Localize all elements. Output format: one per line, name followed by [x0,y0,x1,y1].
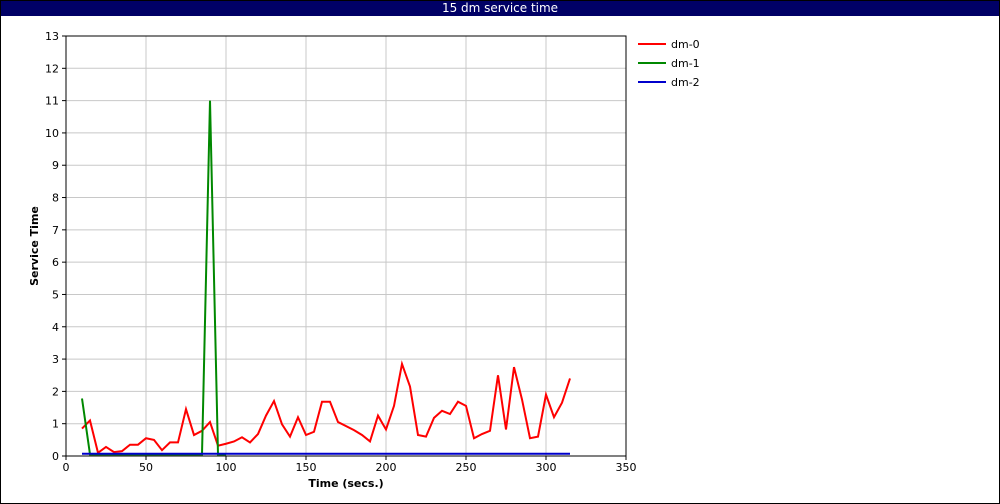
y-tick-label-0: 0 [52,450,59,463]
y-axis-ticks: 012345678910111213 [45,30,66,463]
y-tick-label-8: 8 [52,192,59,205]
x-tick-label-1: 50 [139,461,153,474]
y-tick-label-11: 11 [45,95,59,108]
legend: dm-0 dm-1 dm-2 [638,38,700,89]
x-tick-label-5: 250 [456,461,477,474]
y-axis-label: Service Time [28,206,41,286]
x-tick-label-3: 150 [296,461,317,474]
gridlines [65,35,627,457]
y-tick-label-12: 12 [45,62,59,75]
x-axis-label: Time (secs.) [308,477,383,490]
x-tick-label-2: 100 [216,461,237,474]
series-lines [81,100,571,456]
x-tick-label-6: 300 [536,461,557,474]
plot-area [65,35,627,457]
y-tick-label-7: 7 [52,224,59,237]
y-tick-label-1: 1 [52,418,59,431]
x-tick-label-7: 350 [616,461,637,474]
y-tick-label-10: 10 [45,127,59,140]
x-axis-ticks: 0 50 100 150 200 250 300 350 [63,456,637,474]
y-tick-label-13: 13 [45,30,59,43]
x-tick-label-0: 0 [63,461,70,474]
y-tick-label-6: 6 [52,256,59,269]
y-tick-label-3: 3 [52,353,59,366]
series-line-dm-1 [81,100,226,456]
y-tick-label-9: 9 [52,159,59,172]
legend-label-dm-2: dm-2 [671,76,700,89]
y-tick-label-2: 2 [52,385,59,398]
series-line-dm-0 [81,360,571,455]
y-tick-label-4: 4 [52,321,59,334]
x-tick-label-4: 200 [376,461,397,474]
y-tick-label-5: 5 [52,288,59,301]
service-time-chart: 0 50 100 150 200 250 300 350 012345678910111213… [28,30,700,490]
legend-label-dm-1: dm-1 [671,57,700,70]
legend-label-dm-0: dm-0 [671,38,700,51]
